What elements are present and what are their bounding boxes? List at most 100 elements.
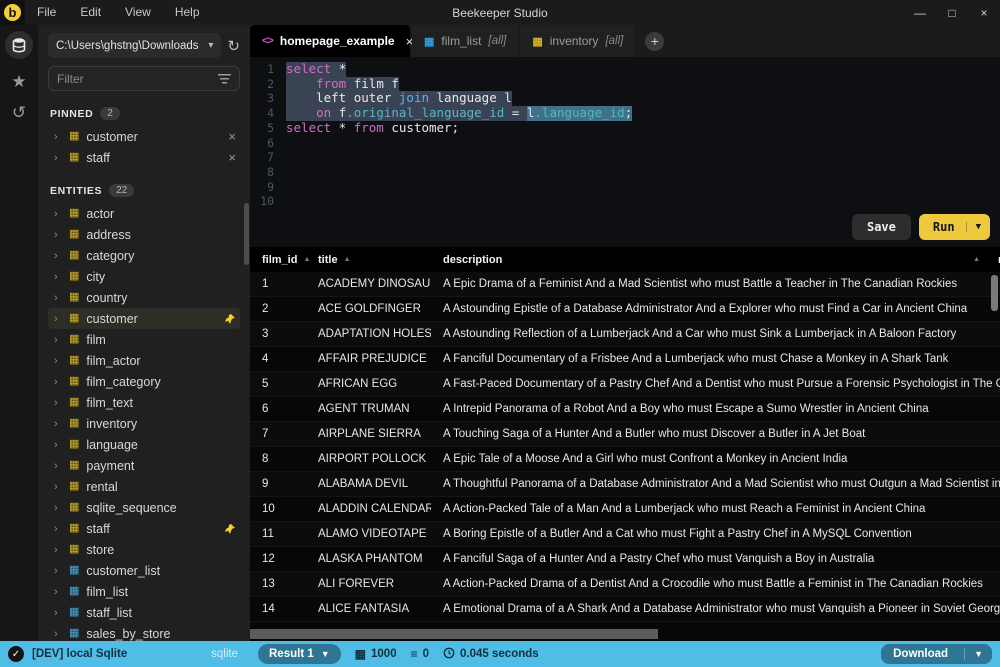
sidebar-item-inventory[interactable]: ›▦inventory — [48, 413, 240, 434]
result-selector[interactable]: Result 1 ▼ — [258, 644, 341, 664]
cell[interactable]: AIRPORT POLLOCK — [306, 453, 431, 465]
sidebar-item-film_actor[interactable]: ›▦film_actor — [48, 350, 240, 371]
cell[interactable]: ALAMO VIDEOTAPE — [306, 528, 431, 540]
sidebar-item-rental[interactable]: ›▦rental — [48, 476, 240, 497]
cell[interactable]: 4 — [250, 353, 306, 365]
sort-icon[interactable]: ▲ — [973, 256, 980, 263]
database-icon[interactable] — [5, 31, 33, 59]
chevron-right-icon[interactable]: › — [54, 586, 62, 598]
cell[interactable]: A Astounding Reflection of a Lumberjack … — [431, 328, 1000, 340]
chevron-right-icon[interactable]: › — [54, 523, 62, 535]
menu-help[interactable]: Help — [163, 0, 212, 25]
column-header-description[interactable]: description ▲ — [431, 254, 986, 266]
sidebar-item-film_list[interactable]: ›▦film_list — [48, 581, 240, 602]
table-row[interactable]: 13ALI FOREVERA Action-Packed Drama of a … — [250, 572, 1000, 597]
cell[interactable]: 1 — [250, 278, 306, 290]
cell[interactable]: A Thoughtful Panorama of a Database Admi… — [431, 478, 1000, 490]
table-row[interactable]: 11ALAMO VIDEOTAPEA Boring Epistle of a B… — [250, 522, 1000, 547]
cell[interactable]: A Intrepid Panorama of a Robot And a Boy… — [431, 403, 1000, 415]
new-tab-button[interactable]: + — [645, 32, 664, 51]
sidebar-scrollbar[interactable] — [244, 203, 249, 265]
cell[interactable]: 7 — [250, 428, 306, 440]
sidebar-item-film_text[interactable]: ›▦film_text — [48, 392, 240, 413]
cell[interactable]: ALASKA PHANTOM — [306, 553, 431, 565]
download-button[interactable]: Download ▼ — [881, 644, 992, 664]
sidebar-item-city[interactable]: ›▦city — [48, 266, 240, 287]
cell[interactable]: 8 — [250, 453, 306, 465]
cell[interactable]: A Astounding Epistle of a Database Admin… — [431, 303, 1000, 315]
menu-file[interactable]: File — [25, 0, 68, 25]
history-icon[interactable]: ↺ — [12, 104, 26, 121]
cell[interactable]: AIRPLANE SIERRA — [306, 428, 431, 440]
filter-input[interactable] — [57, 72, 218, 86]
cell[interactable]: ACE GOLDFINGER — [306, 303, 431, 315]
cell[interactable]: AGENT TRUMAN — [306, 403, 431, 415]
sidebar-item-sales_by_store[interactable]: ›▦sales_by_store — [48, 623, 240, 641]
sidebar-item-customer[interactable]: ›▦customer× — [48, 126, 240, 147]
unpin-icon[interactable]: × — [228, 150, 236, 165]
chevron-right-icon[interactable]: › — [54, 418, 62, 430]
sidebar-item-country[interactable]: ›▦country — [48, 287, 240, 308]
cell[interactable]: 9 — [250, 478, 306, 490]
tab-film_list[interactable]: ▦film_list[all] — [412, 25, 518, 57]
sidebar-item-actor[interactable]: ›▦actor — [48, 203, 240, 224]
chevron-right-icon[interactable]: › — [54, 152, 62, 164]
cell[interactable]: 10 — [250, 503, 306, 515]
chevron-right-icon[interactable]: › — [54, 292, 62, 304]
sidebar-item-customer_list[interactable]: ›▦customer_list — [48, 560, 240, 581]
sidebar-item-customer[interactable]: ›▦customer — [48, 308, 240, 329]
chevron-right-icon[interactable]: › — [54, 460, 62, 472]
table-row[interactable]: 12ALASKA PHANTOMA Fanciful Saga of a Hun… — [250, 547, 1000, 572]
cell[interactable]: AFRICAN EGG — [306, 378, 431, 390]
sidebar-item-staff[interactable]: ›▦staff× — [48, 147, 240, 168]
chevron-right-icon[interactable]: › — [54, 544, 62, 556]
chevron-right-icon[interactable]: › — [54, 229, 62, 241]
entities-section-header[interactable]: ENTITIES 22 — [50, 184, 240, 197]
chevron-right-icon[interactable]: › — [54, 131, 62, 143]
chevron-right-icon[interactable]: › — [54, 502, 62, 514]
sidebar-item-payment[interactable]: ›▦payment — [48, 455, 240, 476]
connection-name[interactable]: [DEV] local Sqlite — [32, 648, 203, 660]
sidebar-item-film[interactable]: ›▦film — [48, 329, 240, 350]
table-row[interactable]: 2ACE GOLDFINGERA Astounding Epistle of a… — [250, 297, 1000, 322]
cell[interactable]: A Action-Packed Tale of a Man And a Lumb… — [431, 503, 1000, 515]
sidebar-item-staff[interactable]: ›▦staff — [48, 518, 240, 539]
sql-editor[interactable]: 1select *2 from film f3 left outer join … — [250, 57, 1000, 247]
table-row[interactable]: 3ADAPTATION HOLESA Astounding Reflection… — [250, 322, 1000, 347]
chevron-right-icon[interactable]: › — [54, 334, 62, 346]
cell[interactable]: A Fanciful Documentary of a Frisbee And … — [431, 353, 1000, 365]
chevron-right-icon[interactable]: › — [54, 628, 62, 640]
menu-view[interactable]: View — [113, 0, 163, 25]
cell[interactable]: 14 — [250, 603, 306, 615]
chevron-right-icon[interactable]: › — [54, 376, 62, 388]
chevron-right-icon[interactable]: › — [54, 271, 62, 283]
cell[interactable]: 3 — [250, 328, 306, 340]
table-row[interactable]: 14ALICE FANTASIAA Emotional Drama of a A… — [250, 597, 1000, 622]
vertical-scrollbar[interactable] — [991, 275, 998, 311]
refresh-icon[interactable]: ↻ — [227, 37, 240, 55]
tab-inventory[interactable]: ▦inventory[all] — [520, 25, 635, 57]
table-row[interactable]: 7AIRPLANE SIERRAA Touching Saga of a Hun… — [250, 422, 1000, 447]
close-button[interactable]: × — [968, 0, 1000, 25]
cell[interactable]: 5 — [250, 378, 306, 390]
code-area[interactable]: 1select *2 from film f3 left outer join … — [250, 62, 1000, 209]
cell[interactable]: A Epic Tale of a Moose And a Girl who mu… — [431, 453, 1000, 465]
chevron-down-icon[interactable]: ▼ — [964, 648, 992, 660]
filter-field[interactable] — [48, 66, 240, 91]
column-header-film-id[interactable]: film_id ▲ — [250, 254, 306, 266]
sidebar-item-category[interactable]: ›▦category — [48, 245, 240, 266]
cell[interactable]: ACADEMY DINOSAUR — [306, 278, 431, 290]
chevron-right-icon[interactable]: › — [54, 208, 62, 220]
cell[interactable]: 6 — [250, 403, 306, 415]
chevron-right-icon[interactable]: › — [54, 439, 62, 451]
cell[interactable]: A Emotional Drama of a A Shark And a Dat… — [431, 603, 1000, 615]
sidebar-item-staff_list[interactable]: ›▦staff_list — [48, 602, 240, 623]
cell[interactable]: A Action-Packed Drama of a Dentist And a… — [431, 578, 1000, 590]
sidebar-item-store[interactable]: ›▦store — [48, 539, 240, 560]
chevron-right-icon[interactable]: › — [54, 355, 62, 367]
sort-icon[interactable]: ▲ — [344, 256, 351, 263]
cell[interactable]: AFFAIR PREJUDICE — [306, 353, 431, 365]
pin-icon[interactable] — [224, 523, 236, 535]
cell[interactable]: 2 — [250, 303, 306, 315]
table-row[interactable]: 9ALABAMA DEVILA Thoughtful Panorama of a… — [250, 472, 1000, 497]
